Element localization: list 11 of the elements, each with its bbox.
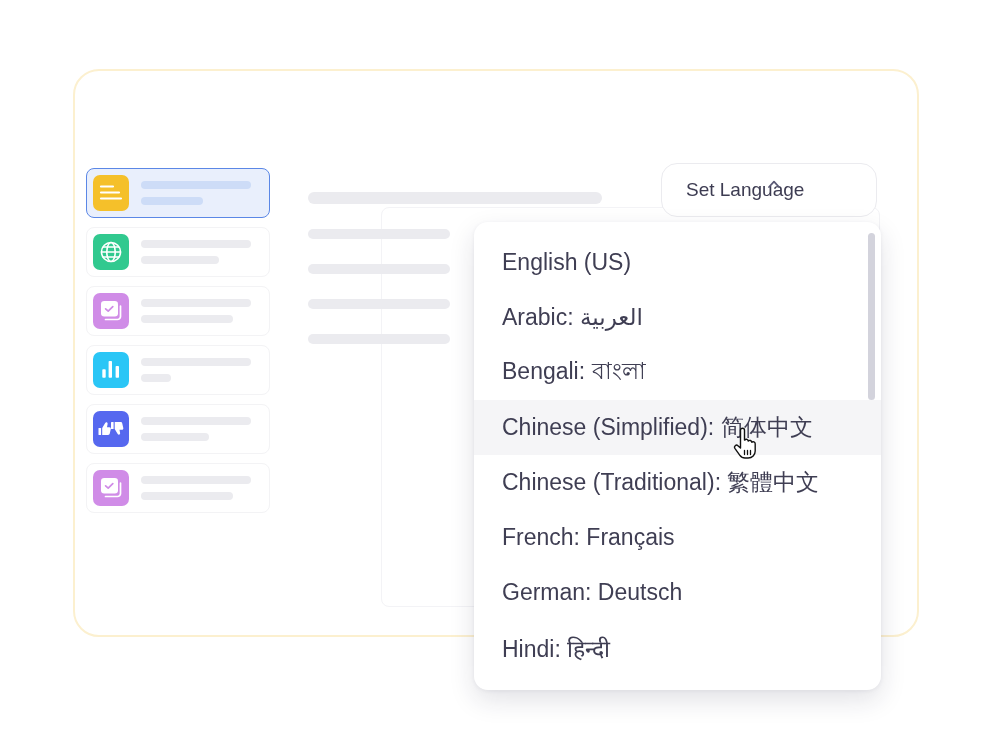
- menu-item[interactable]: Chinese (Traditional): 繁體中文: [474, 455, 881, 510]
- menu-item[interactable]: Bengali: বাংলা: [474, 345, 881, 400]
- menu-item[interactable]: Arabic: العربية: [474, 290, 881, 345]
- menu-item[interactable]: French: Français: [474, 510, 881, 565]
- language-button[interactable]: Set Language: [661, 163, 877, 217]
- sidebar-item[interactable]: [86, 168, 270, 218]
- skeleton-line: [141, 197, 203, 205]
- scrollbar-thumb[interactable]: [868, 233, 875, 400]
- menu-item[interactable]: English (US): [474, 235, 881, 290]
- menu-item[interactable]: Hindi: हिन्दी: [474, 620, 881, 675]
- menu-item[interactable]: German: Deutsch: [474, 565, 881, 620]
